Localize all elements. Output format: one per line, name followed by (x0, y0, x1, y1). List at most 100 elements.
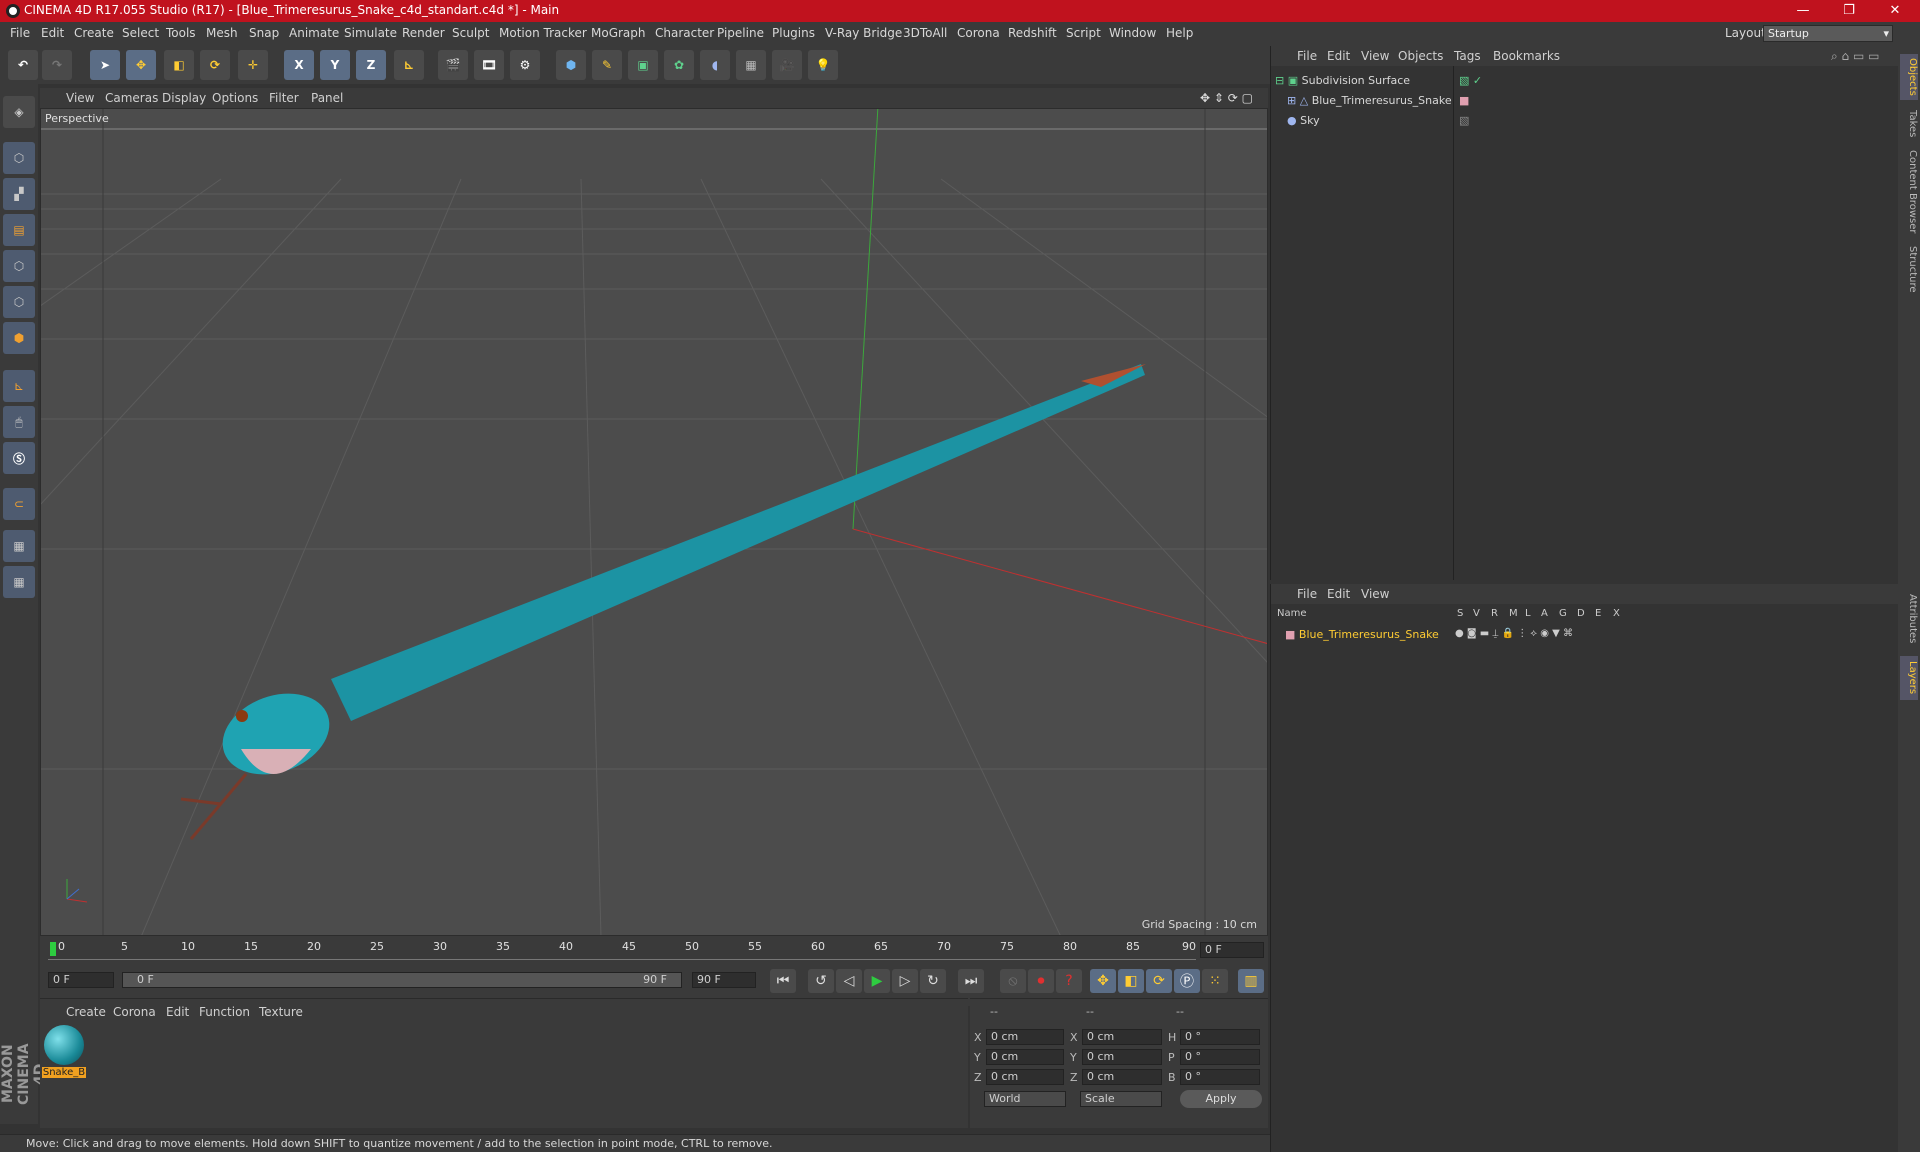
coord-mode-select[interactable]: World (984, 1091, 1066, 1107)
vp-menu-options[interactable]: Options (212, 91, 258, 105)
rotate-icon[interactable]: ⟳ (200, 50, 230, 80)
playhead[interactable] (50, 942, 56, 956)
size-z-field[interactable]: 0 cm (1082, 1069, 1162, 1085)
menu-character[interactable]: Character (655, 26, 714, 40)
menu-edit[interactable]: Edit (41, 26, 64, 40)
make-editable-icon[interactable]: ◈ (3, 96, 35, 128)
object-row[interactable]: ⊞ △ Blue_Trimeresurus_Snake ■ (1287, 94, 1469, 112)
workplane-icon[interactable]: ▤ (3, 214, 35, 246)
apply-button[interactable]: Apply (1180, 1090, 1262, 1108)
key-scale-icon[interactable]: ◧ (1118, 969, 1144, 993)
layer-menu-view[interactable]: View (1361, 587, 1389, 601)
rot-p-field[interactable]: 0 ° (1180, 1049, 1260, 1065)
mat-menu-function[interactable]: Function (199, 1005, 250, 1019)
obj-menu-edit[interactable]: Edit (1327, 49, 1350, 63)
vp-menu-filter[interactable]: Filter (269, 91, 299, 105)
magnet-icon[interactable]: ⊂ (3, 488, 35, 520)
vp-menu-cameras[interactable]: Cameras (105, 91, 158, 105)
layer-row[interactable]: ■ Blue_Trimeresurus_Snake ● ◙ ▬ ⍊ 🔒 ⋮ ⟡ … (1285, 628, 1573, 646)
y-axis-icon[interactable]: Y (320, 50, 350, 80)
select-icon[interactable]: ➤ (90, 50, 120, 80)
pos-y-field[interactable]: 0 cm (986, 1049, 1064, 1065)
move-plus-icon[interactable]: ✛ (238, 50, 268, 80)
pos-x-field[interactable]: 0 cm (986, 1029, 1064, 1045)
layer-menu-edit[interactable]: Edit (1327, 587, 1350, 601)
undo-icon[interactable]: ↶ (8, 50, 38, 80)
mat-menu-create[interactable]: Create (66, 1005, 106, 1019)
axis-icon[interactable]: ⊾ (3, 370, 35, 402)
menu-simulate[interactable]: Simulate (344, 26, 397, 40)
edges-mode-icon[interactable]: ⬡ (3, 286, 35, 318)
mat-menu-corona[interactable]: Corona (113, 1005, 156, 1019)
menu-help[interactable]: Help (1166, 26, 1193, 40)
points-mode-icon[interactable]: ⬡ (3, 250, 35, 282)
obj-menu-bookmarks[interactable]: Bookmarks (1493, 49, 1560, 63)
coord-scale-select[interactable]: Scale (1080, 1091, 1162, 1107)
go-start-icon[interactable]: ⏮ (770, 969, 796, 993)
tab-layers[interactable]: Layers (1900, 656, 1918, 700)
layer-menu-file[interactable]: File (1297, 587, 1317, 601)
menu-motion-tracker[interactable]: Motion Tracker (499, 26, 587, 40)
camera-icon[interactable]: 🎥 (772, 50, 802, 80)
render-settings-icon[interactable]: ⚙ (510, 50, 540, 80)
menu-animate[interactable]: Animate (289, 26, 339, 40)
menu-vray-bridge[interactable]: V-Ray Bridge (825, 26, 902, 40)
end-frame-field[interactable]: 90 F (692, 972, 756, 988)
play-icon[interactable]: ▶ (864, 969, 890, 993)
prev-frame-icon[interactable]: ◁ (836, 969, 862, 993)
subdivision-icon[interactable]: ▣ (628, 50, 658, 80)
x-axis-icon[interactable]: X (284, 50, 314, 80)
pos-z-field[interactable]: 0 cm (986, 1069, 1064, 1085)
grid-snap-icon[interactable]: ▦ (3, 566, 35, 598)
start-frame-field[interactable]: 0 F (48, 972, 114, 988)
obj-menu-tags[interactable]: Tags (1454, 49, 1481, 63)
menu-select[interactable]: Select (122, 26, 159, 40)
coord-system-icon[interactable]: ⊾ (394, 50, 424, 80)
menu-sculpt[interactable]: Sculpt (452, 26, 489, 40)
key-position-icon[interactable]: ✥ (1090, 969, 1116, 993)
rot-h-field[interactable]: 0 ° (1180, 1029, 1260, 1045)
menu-plugins[interactable]: Plugins (772, 26, 815, 40)
menu-window[interactable]: Window (1109, 26, 1156, 40)
model-mode-icon[interactable]: ⬡ (3, 142, 35, 174)
cloner-icon[interactable]: ✿ (664, 50, 694, 80)
tab-takes[interactable]: Takes (1900, 104, 1918, 144)
layer-toggle-icons[interactable]: ● ◙ ▬ ⍊ 🔒 ⋮ ⟡ ◉ ▼ ⌘ (1455, 628, 1573, 639)
key-pla-icon[interactable]: ⁙ (1202, 969, 1228, 993)
object-row[interactable]: ⊟ ▣ Subdivision Surface ▧ ✓ (1275, 74, 1482, 92)
scale-icon[interactable]: ◧ (164, 50, 194, 80)
size-y-field[interactable]: 0 cm (1082, 1049, 1162, 1065)
pen-icon[interactable]: ✎ (592, 50, 622, 80)
render-region-icon[interactable]: 🎞 (474, 50, 504, 80)
menu-mograph[interactable]: MoGraph (591, 26, 646, 40)
menu-pipeline[interactable]: Pipeline (717, 26, 764, 40)
tab-content-browser[interactable]: Content Browser (1900, 146, 1918, 238)
tab-structure[interactable]: Structure (1900, 242, 1918, 296)
menu-script[interactable]: Script (1066, 26, 1101, 40)
menu-corona[interactable]: Corona (957, 26, 1000, 40)
vp-menu-display[interactable]: Display (162, 91, 206, 105)
next-frame-icon[interactable]: ▷ (892, 969, 918, 993)
layout-select[interactable]: Startup ▾ (1763, 25, 1893, 42)
auto-key-icon[interactable]: ? (1056, 969, 1082, 993)
polygons-mode-icon[interactable]: ⬢ (3, 322, 35, 354)
menu-tools[interactable]: Tools (166, 26, 196, 40)
timeline-ruler[interactable]: 0 5 10 15 20 25 30 35 40 45 50 55 60 65 … (48, 940, 1196, 960)
tab-objects[interactable]: Objects (1900, 54, 1918, 100)
obj-menu-file[interactable]: File (1297, 49, 1317, 63)
maximize-button[interactable]: ❐ (1826, 0, 1872, 22)
menu-snap[interactable]: Snap (249, 26, 279, 40)
current-frame-field[interactable]: 0 F (1200, 942, 1264, 958)
keyframe-icon[interactable]: ⦸ (1000, 969, 1026, 993)
key-rotation-icon[interactable]: ⟳ (1146, 969, 1172, 993)
rot-b-field[interactable]: 0 ° (1180, 1069, 1260, 1085)
range-slider[interactable]: 0 F 90 F (122, 972, 682, 988)
viewport-perspective[interactable]: Perspective Grid Spacing : 10 cm (40, 108, 1268, 936)
minimize-button[interactable]: — (1780, 0, 1826, 22)
menu-create[interactable]: Create (74, 26, 114, 40)
redo-icon[interactable]: ↷ (42, 50, 72, 80)
tab-attributes[interactable]: Attributes (1900, 586, 1918, 652)
light-icon[interactable]: 💡 (808, 50, 838, 80)
size-x-field[interactable]: 0 cm (1082, 1029, 1162, 1045)
tweak-icon[interactable]: 🖱 (3, 406, 35, 438)
